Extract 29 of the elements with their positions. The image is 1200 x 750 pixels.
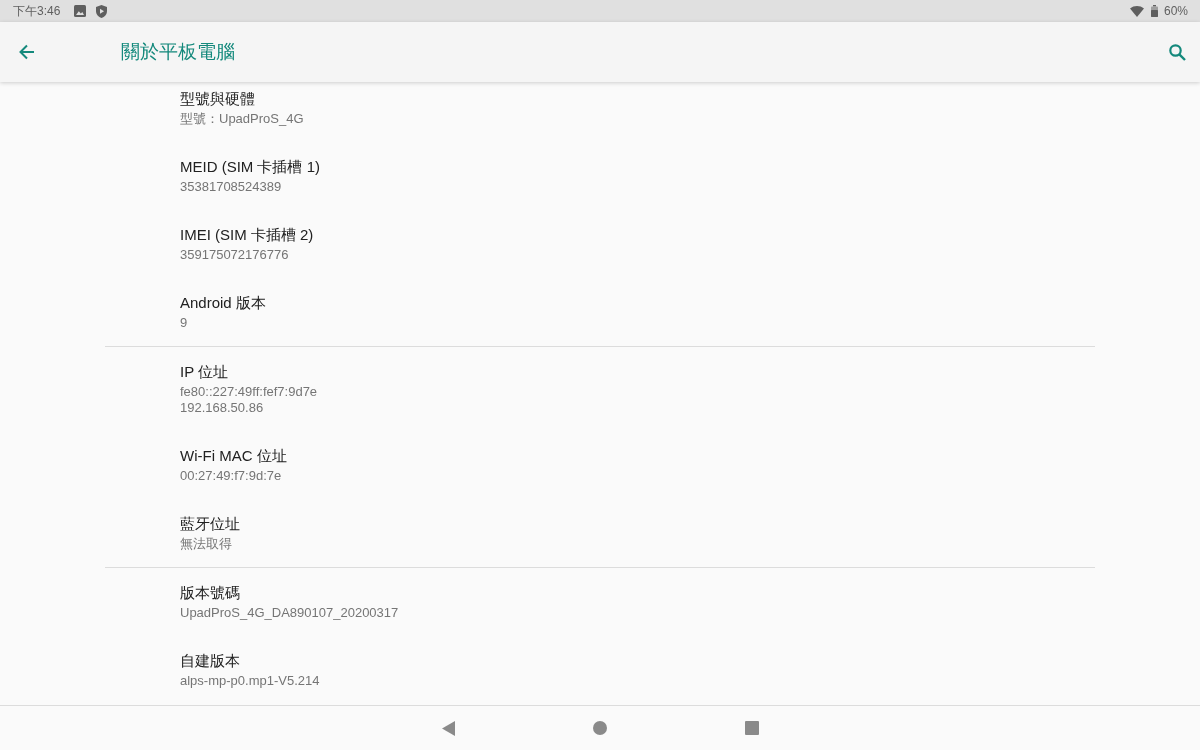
setting-value: UpadProS_4G_DA890107_20200317 xyxy=(180,605,399,621)
image-icon xyxy=(74,5,87,17)
search-icon[interactable] xyxy=(1169,43,1186,61)
setting-title: 型號與硬體 xyxy=(180,89,255,109)
nav-home-icon[interactable] xyxy=(593,721,607,735)
back-arrow-icon[interactable] xyxy=(19,44,35,60)
setting-title: 自建版本 xyxy=(180,651,240,671)
setting-title: Wi-Fi MAC 位址 xyxy=(180,446,287,466)
setting-value: fe80::227:49ff:fef7:9d7e 192.168.50.86 xyxy=(180,384,318,416)
setting-value: 9 xyxy=(180,315,188,331)
shield-icon xyxy=(96,4,108,18)
status-time: 下午3:46 xyxy=(13,2,61,20)
setting-value: 00:27:49:f7:9d:7e xyxy=(180,468,282,484)
battery-percent: 60% xyxy=(1163,4,1188,18)
setting-value: 無法取得 xyxy=(180,536,232,552)
nav-back-icon[interactable] xyxy=(441,720,455,736)
setting-title: MEID (SIM 卡插槽 1) xyxy=(180,157,320,177)
setting-value: 型號：UpadProS_4G xyxy=(180,111,304,127)
setting-value: alps-mp-p0.mp1-V5.214 xyxy=(180,673,320,689)
setting-title: 版本號碼 xyxy=(180,583,240,603)
battery-icon xyxy=(1150,5,1158,17)
setting-value: 359175072176776 xyxy=(180,247,289,263)
setting-title: 藍牙位址 xyxy=(180,514,240,534)
setting-title: IMEI (SIM 卡插槽 2) xyxy=(180,225,314,245)
wifi-icon xyxy=(1129,5,1144,17)
page-title: 關於平板電腦 xyxy=(121,40,235,64)
setting-title: Android 版本 xyxy=(180,293,266,313)
setting-value: 35381708524389 xyxy=(180,179,282,195)
setting-title: IP 位址 xyxy=(180,362,229,382)
